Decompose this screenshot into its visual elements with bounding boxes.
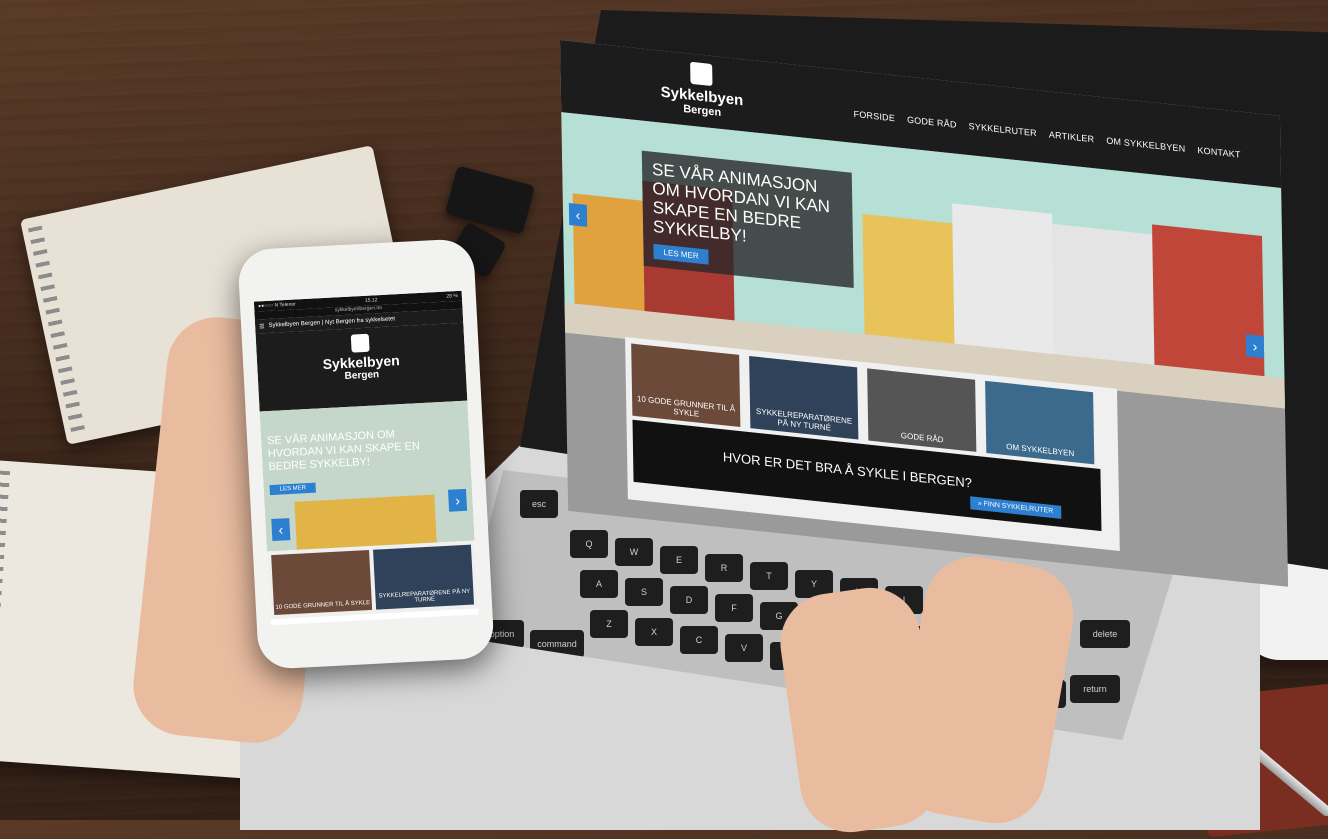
carrier: ●●○○○ N Telenor <box>257 301 297 310</box>
key-z[interactable]: Z <box>590 610 628 638</box>
key-f[interactable]: F <box>715 594 753 622</box>
key-esc[interactable]: esc <box>520 490 558 518</box>
mobile-hero-title: SE VÅR ANIMASJON OM HVORDAN VI KAN SKAPE… <box>266 428 421 474</box>
key-r[interactable]: R <box>705 554 743 582</box>
tile-sykkelreparatorene[interactable]: SYKKELREPARATØRENE PÅ NY TURNÉ <box>749 355 859 440</box>
nav-item-gode-rad[interactable]: GODE RÅD <box>907 115 957 130</box>
key-v[interactable]: V <box>725 634 763 662</box>
banner-title: HVOR ER DET BRA Å SYKLE I BERGEN? <box>722 449 973 491</box>
smartphone: ●●○○○ N Telenor 15.12 28 % sykkelbyenber… <box>237 238 495 670</box>
bike-logo-icon <box>350 333 370 353</box>
nav-item-sykkelruter[interactable]: SYKKELRUTER <box>969 121 1037 138</box>
mobile-read-more-button[interactable]: LES MER <box>269 482 317 496</box>
read-more-button[interactable]: LES MER <box>653 243 709 265</box>
battery: 28 % <box>446 292 458 300</box>
key-w[interactable]: W <box>615 538 653 566</box>
site-logo[interactable]: Sykkelbyen Bergen <box>660 59 743 122</box>
carousel-prev-arrow-icon[interactable]: ‹ <box>568 202 588 227</box>
key-q[interactable]: Q <box>570 530 608 558</box>
key-d[interactable]: D <box>670 586 708 614</box>
key-s[interactable]: S <box>625 578 663 606</box>
clock: 15.12 <box>364 297 378 304</box>
bike-logo-icon <box>690 61 713 87</box>
key-t[interactable]: T <box>750 562 788 590</box>
hero-house <box>294 494 437 550</box>
key-e[interactable]: E <box>660 546 698 574</box>
laptop-screen: Sykkelbyen Bergen FORSIDE GODE RÅD SYKKE… <box>560 40 1289 587</box>
mobile-prev-arrow-icon[interactable]: ‹ <box>271 518 291 542</box>
key-x[interactable]: X <box>635 618 673 646</box>
carousel-next-arrow-icon[interactable]: › <box>1245 334 1265 359</box>
key-return[interactable]: return <box>1070 675 1120 703</box>
find-routes-button[interactable]: » FINN SYKKELRUTER <box>969 496 1062 519</box>
hero-caption: SE VÅR ANIMASJON OM HVORDAN VI KAN SKAPE… <box>641 150 854 288</box>
hero-house <box>952 203 1055 365</box>
nav-item-om-sykkelbyen[interactable]: OM SYKKELBYEN <box>1106 136 1185 154</box>
mobile-tile-10-gode-grunner[interactable]: 10 GODE GRUNNER TIL Å SYKLE <box>271 549 373 616</box>
hero-house <box>1052 223 1155 375</box>
mobile-hero: SE VÅR ANIMASJON OM HVORDAN VI KAN SKAPE… <box>259 400 475 552</box>
notebook-rings <box>0 470 11 751</box>
hero-house <box>1152 224 1265 387</box>
key-delete[interactable]: delete <box>1080 620 1130 648</box>
mobile-tiles: 10 GODE GRUNNER TIL Å SYKLE SYKKELREPARA… <box>266 540 479 620</box>
nav-item-artikler[interactable]: ARTIKLER <box>1049 129 1095 144</box>
nav-item-forside[interactable]: FORSIDE <box>854 109 896 123</box>
key-a[interactable]: A <box>580 570 618 598</box>
hero-house <box>862 213 955 354</box>
hero-title: SE VÅR ANIMASJON OM HVORDAN VI KAN SKAPE… <box>651 159 831 246</box>
mobile-next-arrow-icon[interactable]: › <box>447 488 468 512</box>
mobile-header: Sykkelbyen Bergen <box>255 322 468 412</box>
tile-gode-rad[interactable]: GODE RÅD <box>867 368 977 452</box>
tile-10-gode-grunner[interactable]: 10 GODE GRUNNER TIL Å SYKLE <box>631 343 741 428</box>
mobile-tile-sykkelreparatorene[interactable]: SYKKELREPARATØRENE PÅ NY TURNÉ <box>373 544 475 610</box>
hamburger-menu-icon[interactable]: ☰ <box>259 323 265 330</box>
nav-item-kontakt[interactable]: KONTAKT <box>1197 145 1240 160</box>
phone-screen: ●●○○○ N Telenor 15.12 28 % sykkelbyenber… <box>253 290 479 626</box>
tile-om-sykkelbyen[interactable]: OM SYKKELBYEN <box>985 380 1095 465</box>
key-c[interactable]: C <box>680 626 718 654</box>
